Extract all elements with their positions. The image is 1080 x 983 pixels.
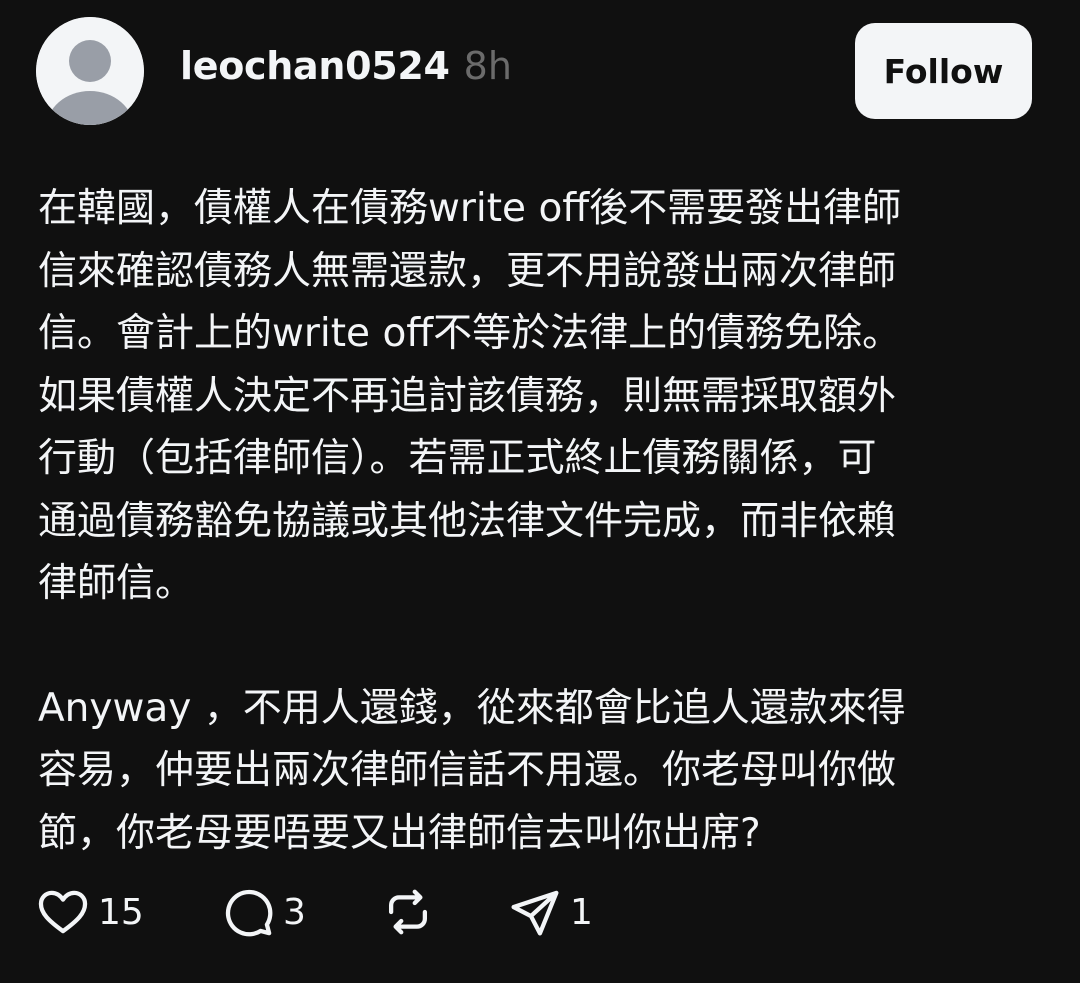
repost-icon bbox=[388, 889, 428, 935]
like-count: 15 bbox=[98, 891, 144, 933]
comment-icon bbox=[225, 889, 273, 937]
reply-count: 3 bbox=[283, 891, 306, 933]
share-button[interactable]: 1 bbox=[508, 885, 628, 939]
post-actions: 15 3 1 bbox=[36, 880, 628, 944]
heart-icon bbox=[38, 890, 88, 934]
like-button[interactable]: 15 bbox=[36, 885, 221, 939]
author-username[interactable]: leochan0524 bbox=[180, 44, 450, 88]
post-body: 在韓國，債權人在債務write off後不需要發出律師 信來確認債務人無需還款，… bbox=[38, 178, 988, 865]
post-paragraph-1: 在韓國，債權人在債務write off後不需要發出律師 信來確認債務人無需還款，… bbox=[38, 186, 902, 606]
post-paragraph-2: Anyway ，不用人還錢，從來都會比追人還款來得 容易，仲要出兩次律師信話不用… bbox=[38, 685, 906, 856]
reply-button[interactable]: 3 bbox=[221, 885, 381, 939]
author-avatar[interactable] bbox=[36, 17, 144, 125]
send-icon bbox=[511, 890, 559, 936]
thread-post: leochan0524 8h Follow 在韓國，債權人在債務write of… bbox=[0, 0, 1080, 983]
repost-button[interactable] bbox=[381, 885, 508, 939]
post-header: leochan0524 8h bbox=[180, 44, 512, 104]
share-count: 1 bbox=[570, 891, 593, 933]
post-timestamp: 8h bbox=[463, 44, 512, 88]
follow-button[interactable]: Follow bbox=[855, 23, 1032, 119]
default-avatar-icon bbox=[36, 17, 144, 125]
